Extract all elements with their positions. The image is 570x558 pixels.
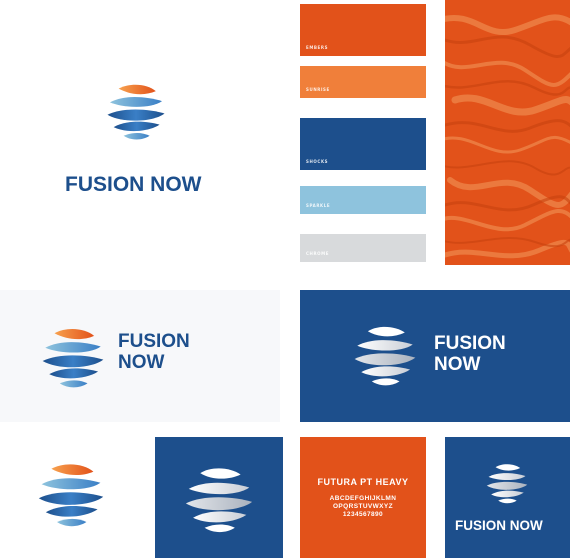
swatch-orange: EMBERS: [300, 4, 426, 56]
fusion-globe-icon: [40, 324, 106, 390]
typography-font-name: FUTURA PT HEAVY: [317, 477, 409, 487]
swatch-light-blue-label: SPARKLE: [306, 203, 331, 208]
swatch-navy-label: SHOCKS: [306, 159, 329, 164]
typography-alphabet-line2: OPQRSTUVWXYZ: [332, 503, 394, 510]
icon-tile-white: [0, 437, 140, 558]
swatch-light-orange-label: SUNRISE: [306, 87, 330, 92]
fusion-globe-icon: [485, 461, 529, 505]
brand-wordmark-line1: FUSION: [118, 331, 190, 352]
horizontal-logo-panel: FUSION NOW: [0, 290, 280, 422]
typography-numerals: 1234567890: [342, 511, 384, 518]
marble-texture: [445, 0, 570, 265]
icon-tile-navy: [155, 437, 283, 558]
app-tile-navy: FUSION NOW: [445, 437, 570, 558]
marble-pattern: [445, 14, 570, 259]
brand-wordmark-reversed: FUSION NOW: [455, 518, 543, 533]
brand-wordmark-stacked-reversed: FUSION NOW: [434, 333, 506, 375]
swatch-light-orange: SUNRISE: [300, 66, 426, 98]
swatch-orange-label: EMBERS: [306, 45, 329, 50]
fusion-globe-icon: [36, 459, 106, 529]
fusion-globe-icon: [105, 80, 167, 142]
color-palette: EMBERS SUNRISE SHOCKS SPARKLE CHROME: [300, 4, 426, 262]
brand-wordmark-line1: FUSION: [434, 333, 506, 354]
brand-wordmark-line2: NOW: [118, 351, 165, 373]
swatch-gray: CHROME: [300, 234, 426, 262]
fusion-globe-icon: [183, 463, 255, 535]
swatch-light-blue: SPARKLE: [300, 186, 426, 214]
typography-alphabet-line1: ABCDEFGHIJKLMN: [329, 495, 397, 502]
brand-wordmark: FUSION NOW: [65, 173, 202, 196]
typography-tile: FUTURA PT HEAVY ABCDEFGHIJKLMN OPQRSTUVW…: [300, 437, 426, 558]
fusion-globe-icon: [352, 322, 418, 388]
brand-wordmark-stacked: FUSION NOW: [118, 331, 190, 373]
primary-logo-panel: FUSION NOW: [45, 70, 245, 210]
reversed-logo-panel: FUSION NOW: [300, 290, 570, 422]
brand-wordmark-line2: NOW: [434, 353, 481, 375]
swatch-gray-label: CHROME: [306, 251, 330, 256]
swatch-navy: SHOCKS: [300, 118, 426, 170]
